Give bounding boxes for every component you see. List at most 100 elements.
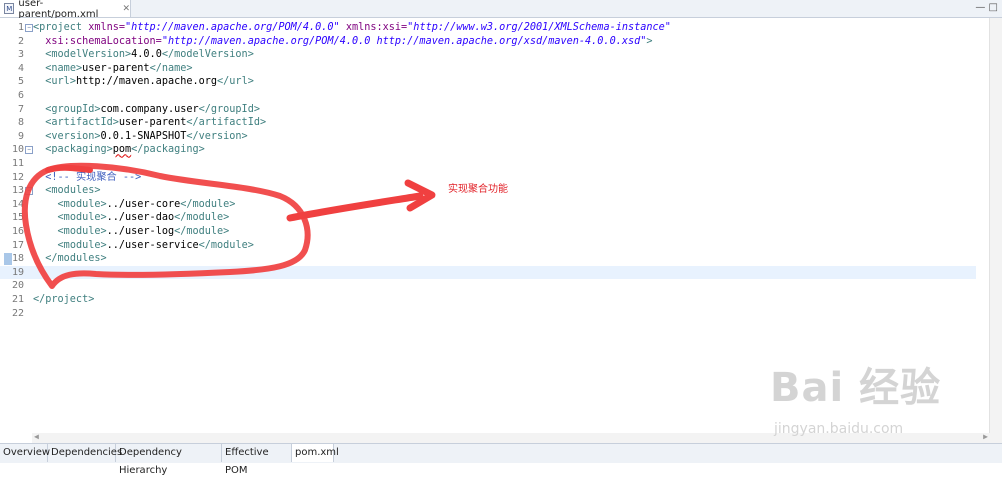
code-text: <module>../user-service</module> <box>33 239 254 252</box>
line-number: 21 <box>11 294 24 305</box>
code-token: </modules> <box>45 253 107 265</box>
code-token: 4.0.0 <box>131 49 162 61</box>
code-line[interactable]: 18 </modules> <box>0 252 976 265</box>
code-token: ../user-core <box>106 198 181 210</box>
code-line[interactable]: 22 <box>0 307 976 320</box>
code-token: <module> <box>57 239 107 251</box>
code-text: <packaging>pom</packaging> <box>33 143 204 156</box>
fold-toggle-icon[interactable]: − <box>25 187 33 196</box>
line-number: 22 <box>11 307 24 319</box>
code-text: <version>0.0.1-SNAPSHOT</version> <box>33 130 247 143</box>
editor-tab-title: user-parent/pom.xml <box>18 0 99 20</box>
line-number: 1 <box>17 22 24 33</box>
code-token: </url> <box>217 76 254 88</box>
bottom-tab-dependency-hierarchy[interactable]: Dependency Hierarchy <box>116 444 222 476</box>
code-token: <project <box>33 22 89 33</box>
line-number: 6 <box>17 90 24 101</box>
code-token: <packaging> <box>45 144 113 156</box>
code-text: </modules> <box>33 252 107 265</box>
code-token: </module> <box>180 198 236 210</box>
code-line[interactable]: 1− <project xmlns="http://maven.apache.or… <box>0 21 976 34</box>
code-line[interactable]: 8 <artifactId>user-parent</artifactId> <box>0 116 976 129</box>
code-line[interactable]: 7 <groupId>com.company.user</groupId> <box>0 103 976 116</box>
code-text: <modelVersion>4.0.0</modelVersion> <box>33 48 254 61</box>
close-icon[interactable]: ✕ <box>122 4 130 14</box>
code-token: 0.0.1-SNAPSHOT <box>100 130 187 142</box>
code-line[interactable]: 19 <box>0 265 976 279</box>
line-number: 5 <box>17 76 24 88</box>
scroll-left-icon[interactable]: ◀ <box>34 432 39 441</box>
code-token: <url> <box>45 76 76 88</box>
code-line[interactable]: 3 <modelVersion>4.0.0</modelVersion> <box>0 48 976 61</box>
code-line[interactable]: 14 <module>../user-core</module> <box>0 198 976 211</box>
vertical-scrollbar[interactable] <box>989 18 1002 443</box>
window-controls: — □ <box>975 2 998 13</box>
code-line[interactable]: 9 <version>0.0.1-SNAPSHOT</version> <box>0 130 976 143</box>
code-line[interactable]: 5 <url>http://maven.apache.org</url> <box>0 75 976 88</box>
code-token: </modelVersion> <box>161 49 254 61</box>
code-text: <artifactId>user-parent</artifactId> <box>33 116 266 129</box>
code-token: </module> <box>198 239 254 251</box>
code-token: <module> <box>57 198 107 210</box>
code-token: </project> <box>33 294 95 305</box>
line-number: 15 <box>11 212 24 224</box>
code-token: <modelVersion> <box>45 49 132 61</box>
code-line[interactable]: 21 </project> <box>0 293 976 306</box>
line-number: 10 <box>11 144 24 156</box>
pom-editor-tabs: Overview Dependencies Dependency Hierarchy… <box>0 443 1002 476</box>
bottom-tab-dependencies[interactable]: Dependencies <box>48 444 122 462</box>
editor-tab-pom[interactable]: M user-parent/pom.xml ✕ <box>0 0 131 20</box>
code-line[interactable]: 4 <name>user-parent</name> <box>0 62 976 75</box>
bottom-tab-pom-xml[interactable]: pom.xml <box>292 444 339 462</box>
code-line[interactable]: 2 xsi:schemaLocation="http://maven.apach… <box>0 35 976 48</box>
code-line[interactable]: 15 <module>../user-dao</module> <box>0 211 976 224</box>
maximize-icon[interactable]: □ <box>989 2 998 13</box>
code-text: <name>user-parent</name> <box>33 62 192 75</box>
minimize-icon[interactable]: — <box>975 2 985 13</box>
code-line[interactable]: 10− <packaging>pom</packaging> <box>0 143 976 156</box>
code-token: <modules> <box>45 185 101 197</box>
code-line[interactable]: 20 <box>0 279 976 292</box>
code-token: com.company.user <box>100 103 199 115</box>
line-number: 4 <box>17 62 24 74</box>
line-number: 14 <box>11 198 24 210</box>
code-token: xmlns= <box>88 22 126 33</box>
scroll-right-icon[interactable]: ▶ <box>983 432 988 441</box>
line-number: 13 <box>11 185 24 197</box>
line-number: 16 <box>11 226 24 237</box>
code-token: <version> <box>45 130 101 142</box>
code-token: <module> <box>57 226 107 237</box>
baidu-watermark: Bai 经验 jingyan.baidu.com <box>770 355 942 437</box>
code-line[interactable]: 16 <module>../user-log</module> <box>0 225 976 238</box>
code-line[interactable]: 17 <module>../user-service</module> <box>0 239 976 252</box>
fold-toggle-icon[interactable]: − <box>25 146 33 155</box>
code-token: > <box>646 35 653 47</box>
code-token: <name> <box>45 62 83 74</box>
code-line[interactable]: 11 <box>0 157 976 170</box>
code-token: ../user-log <box>106 226 175 237</box>
code-text: <modules> <box>33 184 100 197</box>
watermark-logo: Bai 经验 <box>770 365 942 411</box>
editor-tab-bar: M user-parent/pom.xml ✕ — □ <box>0 0 1002 20</box>
code-line[interactable]: 6 <box>0 89 976 102</box>
code-token: <artifactId> <box>45 117 119 129</box>
code-token: <!-- 实现聚合 --> <box>45 171 142 183</box>
line-number: 18 <box>11 253 24 265</box>
code-text: <url>http://maven.apache.org</url> <box>33 75 254 88</box>
code-token: xsi:schemaLocation= <box>45 35 162 47</box>
code-token: <groupId> <box>45 103 101 115</box>
bottom-tab-overview[interactable]: Overview <box>0 444 50 462</box>
fold-toggle-icon[interactable]: − <box>25 24 33 32</box>
bottom-tab-effective-pom[interactable]: Effective POM <box>222 444 292 476</box>
